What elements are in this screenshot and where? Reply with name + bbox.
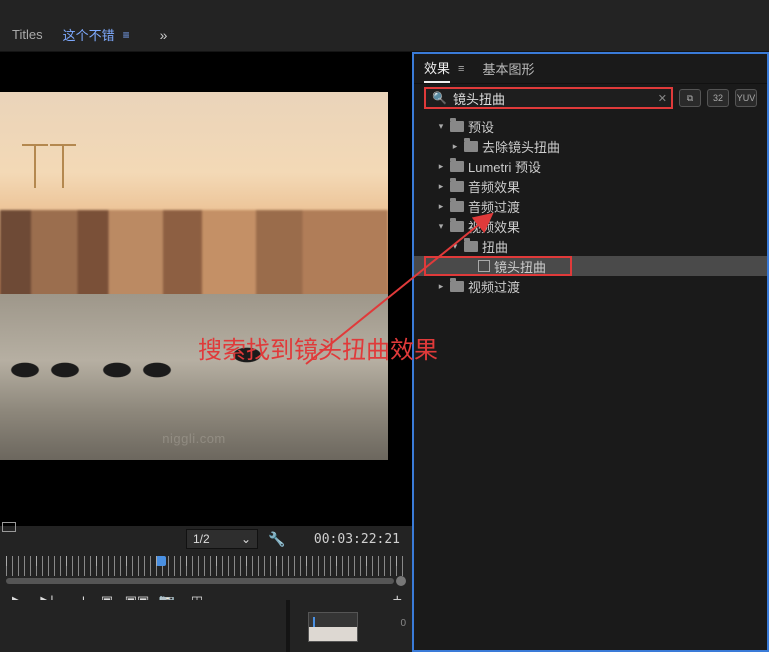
panel-menu-icon[interactable]: ≡ bbox=[458, 63, 464, 75]
clip-thumbnail[interactable] bbox=[308, 612, 358, 642]
zoom-value: 1/2 bbox=[193, 532, 210, 546]
effects-search-row: 🔍 镜头扭曲 ✕ ⧉ 32 YUV bbox=[414, 84, 767, 112]
twirl-down-icon[interactable]: ▾ bbox=[436, 221, 446, 232]
playback-info-bar: 1/2 ⌄ 🔧 00:03:22:21 bbox=[0, 526, 412, 552]
program-monitor-panel: niggli.com 1/2 ⌄ 🔧 00:03:22:21 ▶ bbox=[0, 52, 412, 652]
timeline-zero-label: 0 bbox=[400, 618, 406, 629]
zoom-select[interactable]: 1/2 ⌄ bbox=[186, 529, 258, 549]
timecode: 00:03:22:21 bbox=[314, 532, 400, 547]
effects-panel-tabs: 效果 ≡ 基本图形 bbox=[414, 54, 767, 84]
tree-label: 音频效果 bbox=[468, 177, 520, 196]
folder-icon bbox=[450, 181, 464, 192]
effects-tree: ▾ 预设 ▸ 去除镜头扭曲 ▸ Lumetri 预设 ▸ 音频效果 ▸ bbox=[414, 112, 767, 650]
search-text: 镜头扭曲 bbox=[453, 89, 505, 108]
chevron-down-icon: ⌄ bbox=[241, 532, 251, 546]
timeline-tracks[interactable]: 0 bbox=[290, 600, 412, 652]
range-scrollbar[interactable] bbox=[6, 578, 394, 584]
time-ruler[interactable] bbox=[0, 552, 412, 586]
clear-search-icon[interactable]: ✕ bbox=[658, 92, 667, 105]
tree-folder-video-effects[interactable]: ▾ 视频效果 bbox=[414, 216, 767, 236]
tab-essential-graphics[interactable]: 基本图形 bbox=[482, 55, 534, 82]
video-frame: niggli.com bbox=[0, 92, 388, 460]
tab-effects[interactable]: 效果 bbox=[424, 54, 450, 83]
tab-active[interactable]: 这个不错 ≡ bbox=[53, 18, 140, 51]
effects-search-input[interactable]: 🔍 镜头扭曲 ✕ bbox=[424, 87, 673, 109]
timeline-track-headers[interactable] bbox=[0, 600, 290, 652]
timeline-panel: 0 bbox=[0, 600, 412, 652]
twirl-right-icon[interactable]: ▸ bbox=[436, 281, 446, 292]
twirl-right-icon[interactable]: ▸ bbox=[450, 141, 460, 152]
workspace-tabs: Titles 这个不错 ≡ » bbox=[0, 18, 769, 52]
tree-label: Lumetri 预设 bbox=[468, 157, 541, 176]
tree-folder-audio-effects[interactable]: ▸ 音频效果 bbox=[414, 176, 767, 196]
tree-folder-presets[interactable]: ▾ 预设 bbox=[414, 116, 767, 136]
settings-wrench-icon[interactable]: 🔧 bbox=[268, 531, 285, 548]
folder-icon bbox=[464, 241, 478, 252]
video-preview[interactable]: niggli.com bbox=[0, 52, 412, 526]
folder-icon bbox=[450, 281, 464, 292]
tab-menu-icon[interactable]: ≡ bbox=[123, 28, 130, 42]
tree-folder-distort[interactable]: ▾ 扭曲 bbox=[414, 236, 767, 256]
tree-label: 镜头扭曲 bbox=[494, 257, 546, 276]
safe-margins-icon[interactable] bbox=[2, 522, 16, 532]
folder-icon bbox=[450, 221, 464, 232]
tree-label: 扭曲 bbox=[482, 237, 508, 256]
tree-label: 预设 bbox=[468, 117, 494, 136]
folder-icon bbox=[464, 141, 478, 152]
effects-panel: 效果 ≡ 基本图形 🔍 镜头扭曲 ✕ ⧉ 32 YUV ▾ 预设 ▸ 去除镜 bbox=[412, 52, 769, 652]
twirl-right-icon[interactable]: ▸ bbox=[436, 181, 446, 192]
tree-label: 视频效果 bbox=[468, 217, 520, 236]
watermark-text: niggli.com bbox=[162, 431, 226, 446]
folder-icon bbox=[450, 121, 464, 132]
tree-folder-lumetri[interactable]: ▸ Lumetri 预设 bbox=[414, 156, 767, 176]
accelerated-badge[interactable]: ⧉ bbox=[679, 89, 701, 107]
tree-folder-audio-transitions[interactable]: ▸ 音频过渡 bbox=[414, 196, 767, 216]
twirl-down-icon[interactable]: ▾ bbox=[450, 241, 460, 252]
tabs-overflow-icon[interactable]: » bbox=[140, 27, 168, 43]
tree-label: 去除镜头扭曲 bbox=[482, 137, 560, 156]
tab-label: Titles bbox=[12, 27, 43, 42]
tree-folder-video-transitions[interactable]: ▸ 视频过渡 bbox=[414, 276, 767, 296]
folder-icon bbox=[450, 201, 464, 212]
twirl-right-icon[interactable]: ▸ bbox=[436, 201, 446, 212]
tab-label: 这个不错 bbox=[63, 25, 115, 44]
32bit-badge[interactable]: 32 bbox=[707, 89, 729, 107]
tree-folder-remove-lens[interactable]: ▸ 去除镜头扭曲 bbox=[414, 136, 767, 156]
tree-label: 视频过渡 bbox=[468, 277, 520, 296]
effect-icon bbox=[478, 260, 490, 272]
folder-icon bbox=[450, 161, 464, 172]
tab-titles[interactable]: Titles bbox=[2, 18, 53, 51]
twirl-right-icon[interactable]: ▸ bbox=[436, 161, 446, 172]
playhead-marker[interactable] bbox=[156, 556, 166, 566]
tree-label: 音频过渡 bbox=[468, 197, 520, 216]
yuv-badge[interactable]: YUV bbox=[735, 89, 757, 107]
search-icon: 🔍 bbox=[432, 91, 447, 105]
tree-item-lens-distortion[interactable]: 镜头扭曲 bbox=[414, 256, 767, 276]
twirl-down-icon[interactable]: ▾ bbox=[436, 121, 446, 132]
